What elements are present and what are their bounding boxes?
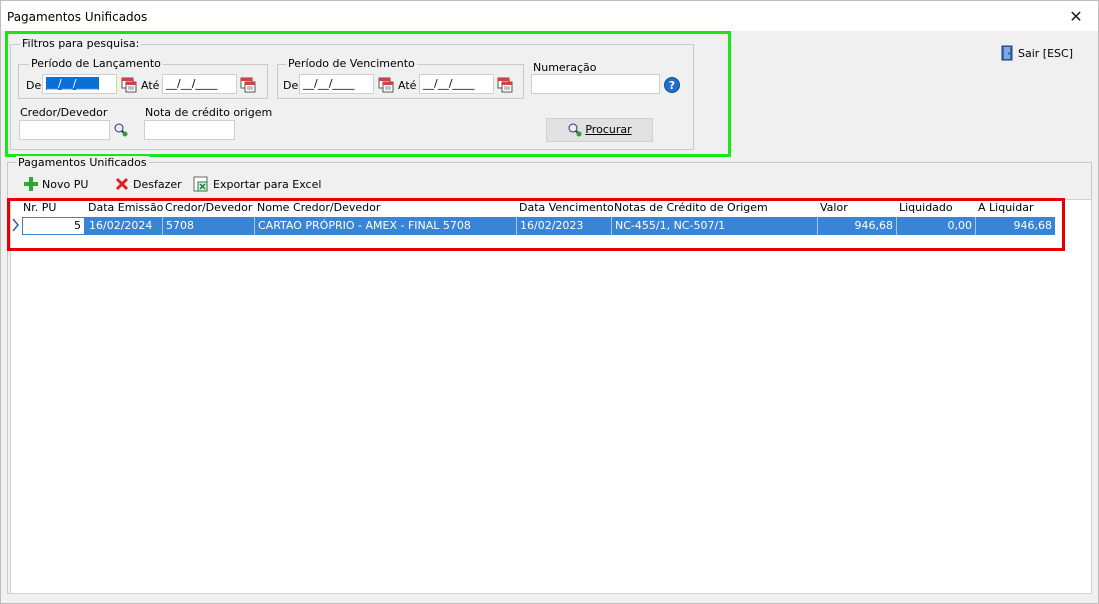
data-grid: [10, 199, 1092, 594]
exit-button[interactable]: Sair [ESC]: [999, 45, 1073, 63]
export-excel-label: Exportar para Excel: [213, 177, 322, 191]
plus-icon: [24, 177, 38, 191]
exit-label: Sair [ESC]: [1018, 47, 1073, 60]
new-pu-label: Novo PU: [42, 177, 89, 191]
export-excel-button[interactable]: Exportar para Excel: [193, 176, 321, 193]
highlight-grid-row: [7, 198, 1065, 251]
window-title: Pagamentos Unificados: [7, 10, 148, 24]
x-icon: [115, 177, 129, 191]
close-icon[interactable]: ✕: [1063, 5, 1089, 29]
title-bar: Pagamentos Unificados ✕: [1, 1, 1098, 31]
pagamentos-legend: Pagamentos Unificados: [16, 156, 149, 169]
undo-label: Desfazer: [133, 177, 182, 191]
new-pu-button[interactable]: Novo PU: [24, 177, 88, 193]
highlight-filters: [5, 31, 731, 157]
exit-door-icon: [1001, 45, 1015, 61]
undo-button[interactable]: Desfazer: [115, 177, 182, 193]
excel-icon: [193, 176, 209, 192]
